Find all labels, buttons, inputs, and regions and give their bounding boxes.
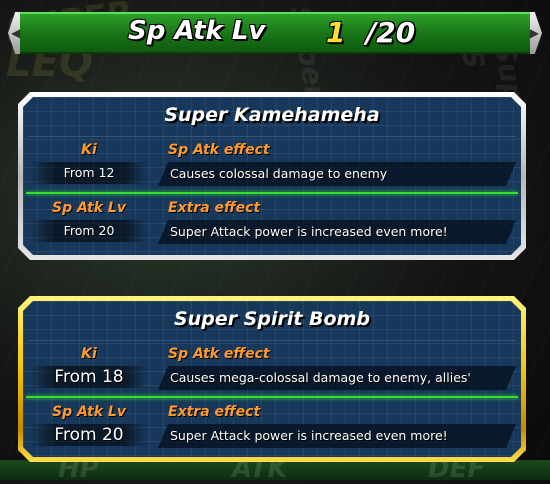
effect-label: Extra effect bbox=[168, 404, 261, 420]
effect-label: Sp Atk effect bbox=[168, 142, 270, 158]
effect-text: Causes mega-colossal damage to enemy, al… bbox=[158, 366, 516, 390]
divider bbox=[26, 396, 518, 398]
chevron-left-icon: ◀ bbox=[11, 26, 21, 40]
effect-text: Super Attack power is increased even mor… bbox=[158, 220, 516, 244]
effect-label: Sp Atk effect bbox=[168, 346, 270, 362]
chevron-right-icon: ▶ bbox=[529, 26, 539, 40]
requirement-value: From 20 bbox=[30, 220, 148, 242]
skill-panel-super-kamehameha[interactable]: Super Kamehameha Ki From 12 Sp Atk effec… bbox=[18, 92, 526, 260]
sp-atk-lv-header: ◀ ▶ Sp Atk Lv 1 /20 bbox=[8, 12, 542, 54]
current-level: 1 bbox=[326, 16, 346, 49]
requirement-label: Ki bbox=[81, 142, 97, 158]
effect-text: Causes colossal damage to enemy bbox=[158, 162, 516, 186]
skill-panel-super-spirit-bomb[interactable]: Super Spirit Bomb Ki From 18 Sp Atk effe… bbox=[18, 296, 526, 462]
skill-row: Ki From 18 Sp Atk effect Causes mega-col… bbox=[30, 344, 516, 394]
effect-label: Extra effect bbox=[168, 200, 261, 216]
skill-name: Super Spirit Bomb bbox=[174, 308, 370, 330]
skill-row: Ki From 12 Sp Atk effect Causes colossal… bbox=[30, 140, 516, 190]
header-title: Sp Atk Lv bbox=[128, 16, 266, 46]
requirement-label: Sp Atk Lv bbox=[52, 404, 126, 420]
requirement-label: Sp Atk Lv bbox=[52, 200, 126, 216]
skill-row: Sp Atk Lv From 20 Extra effect Super Att… bbox=[30, 402, 516, 452]
divider bbox=[28, 136, 516, 137]
requirement-label: Ki bbox=[81, 346, 97, 362]
requirement-value: From 18 bbox=[30, 366, 148, 388]
skill-name: Super Kamehameha bbox=[164, 104, 380, 126]
skill-row: Sp Atk Lv From 20 Extra effect Super Att… bbox=[30, 198, 516, 248]
requirement-value: From 12 bbox=[30, 162, 148, 184]
divider bbox=[26, 192, 518, 194]
requirement-value: From 20 bbox=[30, 424, 148, 446]
header-bar bbox=[20, 12, 530, 54]
divider bbox=[28, 340, 516, 341]
effect-text: Super Attack power is increased even mor… bbox=[158, 424, 516, 448]
max-level: /20 bbox=[366, 16, 416, 49]
